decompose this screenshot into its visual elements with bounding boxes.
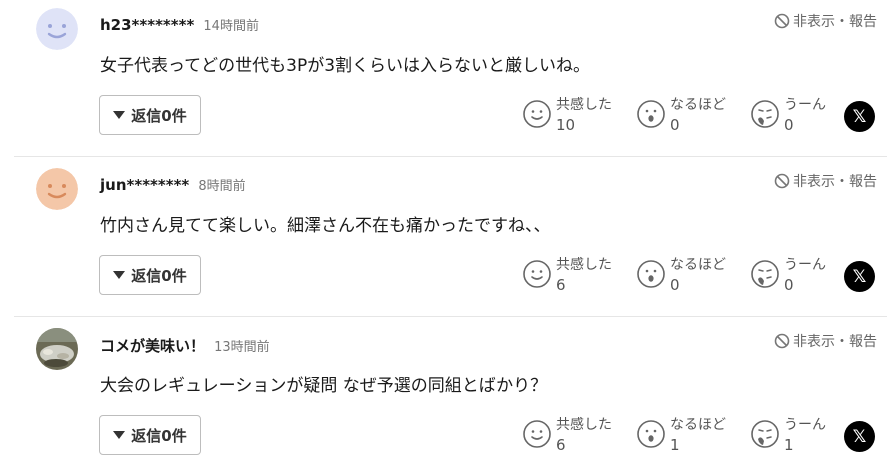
x-logo-icon: 𝕏 [852,106,867,127]
x-share-button[interactable]: 𝕏 [844,261,875,292]
block-icon [774,13,790,29]
report-label: 非表示・報告 [793,14,877,30]
username[interactable]: jun******** [100,176,189,194]
comment-meta: jun******** 8時間前 [100,175,246,195]
reaction-label: なるほど [670,97,726,113]
triangle-down-icon [113,111,126,119]
reaction-count: 0 [784,116,794,134]
comment-text: 女子代表ってどの世代も3Pが3割くらいは入らないと厳しいね。 [100,56,591,76]
thinking-face-icon [751,100,779,128]
thinking-face-icon [751,260,779,288]
reaction-count: 0 [670,116,680,134]
reaction-label: なるほど [670,257,726,273]
timestamp: 8時間前 [198,179,246,194]
surprised-face-icon [637,100,665,128]
timestamp: 13時間前 [214,340,270,355]
reply-button[interactable]: 返信0件 [99,255,201,295]
x-share-button[interactable]: 𝕏 [844,421,875,452]
reaction-label: 共感した [556,257,612,273]
reply-button[interactable]: 返信0件 [99,95,201,135]
hide-report-button[interactable]: 非表示・報告 [774,331,877,351]
reply-label: 返信0件 [131,266,187,285]
reaction-count: 0 [784,276,794,294]
avatar[interactable] [36,8,78,50]
comment-text: 竹内さん見てて楽しい。細澤さん不在も痛かったですね、、 [100,216,551,236]
comment-item: jun******** 8時間前 非表示・報告 竹内さん見てて楽しい。細澤さん不… [14,158,887,317]
reply-label: 返信0件 [131,106,187,125]
username[interactable]: コメが美味い！ [100,337,205,355]
reaction-count: 1 [670,436,680,454]
triangle-down-icon [113,271,126,279]
x-share-button[interactable]: 𝕏 [844,101,875,132]
triangle-down-icon [113,431,126,439]
hide-report-button[interactable]: 非表示・報告 [774,11,877,31]
reaction-count: 6 [556,436,566,454]
comment-meta: h23******** 14時間前 [100,15,259,35]
reaction-label: うーん [784,97,826,113]
comment-text: 大会のレギュレーションが疑問 なぜ予選の同組とばかり？ [100,376,548,396]
block-icon [774,173,790,189]
smile-face-icon [523,100,551,128]
reaction-count: 1 [784,436,794,454]
reaction-label: うーん [784,257,826,273]
reaction-label: うーん [784,417,826,433]
report-label: 非表示・報告 [793,334,877,350]
smile-face-icon [523,260,551,288]
comment-item: コメが美味い！ 13時間前 非表示・報告 大会のレギュレーションが疑問 なぜ予選… [14,318,887,476]
reaction-count: 10 [556,116,576,134]
x-logo-icon: 𝕏 [852,266,867,287]
report-label: 非表示・報告 [793,174,877,190]
avatar[interactable] [36,168,78,210]
avatar[interactable] [36,328,78,370]
thinking-face-icon [751,420,779,448]
reply-label: 返信0件 [131,426,187,445]
surprised-face-icon [637,260,665,288]
hide-report-button[interactable]: 非表示・報告 [774,171,877,191]
comment-item: h23******** 14時間前 非表示・報告 女子代表ってどの世代も3Pが3… [14,0,887,157]
reaction-label: 共感した [556,417,612,433]
reaction-label: なるほど [670,417,726,433]
surprised-face-icon [637,420,665,448]
x-logo-icon: 𝕏 [852,426,867,447]
username[interactable]: h23******** [100,16,194,34]
reaction-count: 6 [556,276,566,294]
comment-meta: コメが美味い！ 13時間前 [100,335,270,355]
smile-face-icon [523,420,551,448]
timestamp: 14時間前 [203,19,259,34]
comment-list: h23******** 14時間前 非表示・報告 女子代表ってどの世代も3Pが3… [0,0,887,468]
reaction-count: 0 [670,276,680,294]
reaction-label: 共感した [556,97,612,113]
block-icon [774,333,790,349]
reply-button[interactable]: 返信0件 [99,415,201,455]
